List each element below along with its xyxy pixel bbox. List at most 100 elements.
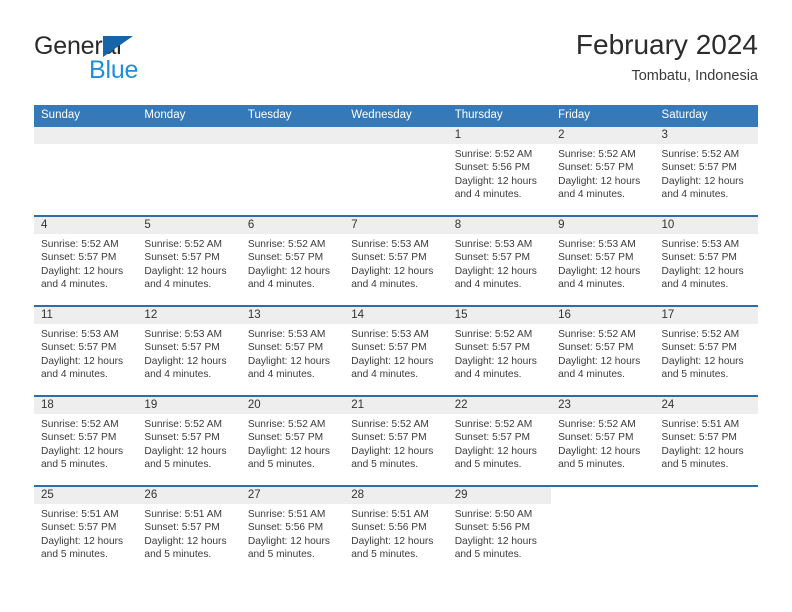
sunset-text: Sunset: 5:56 PM bbox=[454, 162, 531, 174]
sunset-text: Sunset: 5:57 PM bbox=[247, 252, 324, 264]
calendar-day-cell[interactable]: 25 Sunrise: 5:51 AM Sunset: 5:57 PM Dayligh… bbox=[34, 486, 138, 575]
calendar-day-cell[interactable]: 20 Sunrise: 5:52 AM Sunset: 5:57 PM Dayligh… bbox=[240, 396, 345, 487]
sunrise-text: Sunrise: 5:53 AM bbox=[454, 239, 533, 250]
daylight-text-line1: Daylight: 12 hours bbox=[454, 445, 537, 457]
day-sun-info: Sunrise: 5:51 AM Sunset: 5:57 PM Daylight:… bbox=[34, 504, 137, 562]
daylight-text-line1: Daylight: 12 hours bbox=[41, 355, 124, 367]
day-sun-info: Sunrise: 5:52 AM Sunset: 5:57 PM Daylight:… bbox=[137, 234, 240, 292]
daylight-text-line2: and 5 minutes. bbox=[661, 459, 729, 471]
title-block: February 2024 Tombatu, Indonesia bbox=[576, 28, 758, 86]
calendar-day-cell[interactable]: 18 Sunrise: 5:52 AM Sunset: 5:57 PM Dayligh… bbox=[34, 396, 138, 487]
sunrise-text: Sunrise: 5:52 AM bbox=[247, 419, 326, 430]
sunset-text: Sunset: 5:57 PM bbox=[144, 432, 220, 444]
day-sun-info: Sunrise: 5:53 AM Sunset: 5:57 PM Daylight:… bbox=[551, 234, 654, 292]
day-number: 24 bbox=[654, 397, 758, 414]
day-sun-info: Sunrise: 5:52 AM Sunset: 5:57 PM Daylight:… bbox=[448, 324, 551, 382]
sunset-text: Sunset: 5:57 PM bbox=[661, 162, 737, 174]
daylight-text-line2: and 5 minutes. bbox=[454, 459, 522, 471]
calendar-day-cell[interactable]: 11 Sunrise: 5:53 AM Sunset: 5:57 PM Dayligh… bbox=[34, 306, 138, 397]
calendar-day-cell[interactable]: 24 Sunrise: 5:51 AM Sunset: 5:57 PM Dayligh… bbox=[654, 396, 758, 487]
calendar-week-row: 18 Sunrise: 5:52 AM Sunset: 5:57 PM Dayligh… bbox=[34, 396, 758, 487]
daylight-text-line1: Daylight: 12 hours bbox=[454, 535, 537, 547]
calendar-day-cell[interactable]: 27 Sunrise: 5:51 AM Sunset: 5:56 PM Dayligh… bbox=[240, 486, 345, 575]
calendar-day-cell[interactable]: 5 Sunrise: 5:52 AM Sunset: 5:57 PM Daylight… bbox=[137, 216, 241, 307]
calendar-day-cell[interactable]: 3 Sunrise: 5:52 AM Sunset: 5:57 PM Daylight… bbox=[654, 127, 758, 217]
day-sun-info: Sunrise: 5:51 AM Sunset: 5:56 PM Daylight:… bbox=[241, 504, 344, 562]
general-blue-logo[interactable]: General Blue bbox=[34, 32, 244, 94]
daylight-text-line2: and 4 minutes. bbox=[144, 279, 212, 291]
daylight-text-line2: and 4 minutes. bbox=[351, 369, 419, 381]
sunrise-text: Sunrise: 5:51 AM bbox=[661, 419, 740, 430]
day-sun-info: Sunrise: 5:53 AM Sunset: 5:57 PM Daylight:… bbox=[655, 234, 758, 292]
calendar-day-cell[interactable]: 10 Sunrise: 5:53 AM Sunset: 5:57 PM Dayligh… bbox=[654, 216, 758, 307]
day-sun-info: Sunrise: 5:52 AM Sunset: 5:57 PM Daylight:… bbox=[551, 144, 654, 202]
column-header-wednesday: Wednesday bbox=[344, 105, 448, 127]
sunrise-text: Sunrise: 5:52 AM bbox=[558, 419, 636, 430]
daylight-text-line2: and 5 minutes. bbox=[351, 459, 419, 471]
calendar-day-cell[interactable]: 2 Sunrise: 5:52 AM Sunset: 5:57 PM Daylight… bbox=[551, 127, 655, 217]
daylight-text-line1: Daylight: 12 hours bbox=[144, 355, 227, 367]
day-number: 2 bbox=[551, 127, 655, 144]
calendar-day-cell[interactable]: 14 Sunrise: 5:53 AM Sunset: 5:57 PM Dayligh… bbox=[344, 306, 448, 397]
sunset-text: Sunset: 5:57 PM bbox=[454, 252, 531, 264]
calendar-day-cell[interactable]: 15 Sunrise: 5:52 AM Sunset: 5:57 PM Dayligh… bbox=[447, 306, 552, 397]
daylight-text-line2: and 5 minutes. bbox=[41, 549, 108, 561]
sunset-text: Sunset: 5:57 PM bbox=[351, 342, 427, 354]
calendar-day-cell[interactable]: 4 Sunrise: 5:52 AM Sunset: 5:57 PM Daylight… bbox=[34, 216, 138, 307]
sunrise-text: Sunrise: 5:53 AM bbox=[558, 239, 636, 250]
sunrise-text: Sunrise: 5:51 AM bbox=[41, 509, 119, 520]
day-sun-info: Sunrise: 5:51 AM Sunset: 5:57 PM Daylight:… bbox=[137, 504, 240, 562]
daylight-text-line2: and 5 minutes. bbox=[247, 549, 315, 561]
daylight-text-line1: Daylight: 12 hours bbox=[144, 265, 227, 277]
sunset-text: Sunset: 5:57 PM bbox=[247, 342, 324, 354]
sunset-text: Sunset: 5:57 PM bbox=[144, 522, 220, 534]
daylight-text-line1: Daylight: 12 hours bbox=[144, 535, 227, 547]
day-number: 18 bbox=[34, 397, 138, 414]
daylight-text-line2: and 4 minutes. bbox=[661, 189, 729, 201]
calendar-day-cell[interactable]: 29 Sunrise: 5:50 AM Sunset: 5:56 PM Dayligh… bbox=[447, 486, 552, 575]
day-number: 8 bbox=[447, 217, 552, 234]
calendar-week-row: 25 Sunrise: 5:51 AM Sunset: 5:57 PM Dayligh… bbox=[34, 486, 758, 575]
day-sun-info: Sunrise: 5:52 AM Sunset: 5:57 PM Daylight:… bbox=[448, 414, 551, 472]
daylight-text-line2: and 5 minutes. bbox=[454, 549, 522, 561]
daylight-text-line1: Daylight: 12 hours bbox=[661, 445, 744, 457]
daylight-text-line2: and 4 minutes. bbox=[41, 369, 108, 381]
calendar-cell-empty bbox=[34, 127, 138, 217]
calendar-day-cell[interactable]: 6 Sunrise: 5:52 AM Sunset: 5:57 PM Daylight… bbox=[240, 216, 345, 307]
calendar-day-cell[interactable]: 22 Sunrise: 5:52 AM Sunset: 5:57 PM Dayligh… bbox=[447, 396, 552, 487]
calendar-day-cell[interactable]: 28 Sunrise: 5:51 AM Sunset: 5:56 PM Dayligh… bbox=[344, 486, 448, 575]
day-sun-info: Sunrise: 5:52 AM Sunset: 5:57 PM Daylight:… bbox=[344, 414, 447, 472]
sunset-text: Sunset: 5:56 PM bbox=[247, 522, 324, 534]
sunrise-text: Sunrise: 5:52 AM bbox=[454, 329, 533, 340]
calendar-day-cell[interactable]: 16 Sunrise: 5:52 AM Sunset: 5:57 PM Dayligh… bbox=[551, 306, 655, 397]
calendar-day-cell[interactable]: 19 Sunrise: 5:52 AM Sunset: 5:57 PM Dayligh… bbox=[137, 396, 241, 487]
calendar-cell-empty bbox=[137, 127, 241, 217]
sunrise-sunset-calendar-table: Sunday Monday Tuesday Wednesday Thursday… bbox=[34, 105, 758, 575]
day-sun-info: Sunrise: 5:53 AM Sunset: 5:57 PM Daylight:… bbox=[137, 324, 240, 382]
calendar-day-cell[interactable]: 8 Sunrise: 5:53 AM Sunset: 5:57 PM Daylight… bbox=[447, 216, 552, 307]
daylight-text-line2: and 5 minutes. bbox=[247, 459, 315, 471]
day-number: 28 bbox=[344, 487, 448, 504]
calendar-day-cell[interactable]: 1 Sunrise: 5:52 AM Sunset: 5:56 PM Daylight… bbox=[447, 127, 552, 217]
calendar-day-cell[interactable]: 9 Sunrise: 5:53 AM Sunset: 5:57 PM Daylight… bbox=[551, 216, 655, 307]
calendar-day-cell[interactable]: 21 Sunrise: 5:52 AM Sunset: 5:57 PM Dayligh… bbox=[344, 396, 448, 487]
sunrise-text: Sunrise: 5:53 AM bbox=[351, 239, 429, 250]
calendar-day-cell[interactable]: 12 Sunrise: 5:53 AM Sunset: 5:57 PM Dayligh… bbox=[137, 306, 241, 397]
sunset-text: Sunset: 5:57 PM bbox=[558, 252, 634, 264]
day-number: 29 bbox=[447, 487, 552, 504]
calendar-week-row: 11 Sunrise: 5:53 AM Sunset: 5:57 PM Dayligh… bbox=[34, 306, 758, 397]
calendar-day-cell[interactable]: 7 Sunrise: 5:53 AM Sunset: 5:57 PM Daylight… bbox=[344, 216, 448, 307]
daylight-text-line1: Daylight: 12 hours bbox=[661, 355, 744, 367]
calendar-day-cell[interactable]: 17 Sunrise: 5:52 AM Sunset: 5:57 PM Dayligh… bbox=[654, 306, 758, 397]
calendar-day-cell[interactable]: 26 Sunrise: 5:51 AM Sunset: 5:57 PM Dayligh… bbox=[137, 486, 241, 575]
sunrise-text: Sunrise: 5:52 AM bbox=[144, 239, 223, 250]
daylight-text-line2: and 4 minutes. bbox=[454, 279, 522, 291]
daylight-text-line1: Daylight: 12 hours bbox=[144, 445, 227, 457]
calendar-day-cell[interactable]: 13 Sunrise: 5:53 AM Sunset: 5:57 PM Dayligh… bbox=[240, 306, 345, 397]
calendar-day-cell[interactable]: 23 Sunrise: 5:52 AM Sunset: 5:57 PM Dayligh… bbox=[551, 396, 655, 487]
daylight-text-line2: and 5 minutes. bbox=[144, 459, 212, 471]
day-number: 3 bbox=[654, 127, 758, 144]
daylight-text-line1: Daylight: 12 hours bbox=[454, 355, 537, 367]
page-header: General Blue February 2024 Tombatu, Indo… bbox=[34, 28, 758, 100]
sunrise-text: Sunrise: 5:53 AM bbox=[41, 329, 119, 340]
